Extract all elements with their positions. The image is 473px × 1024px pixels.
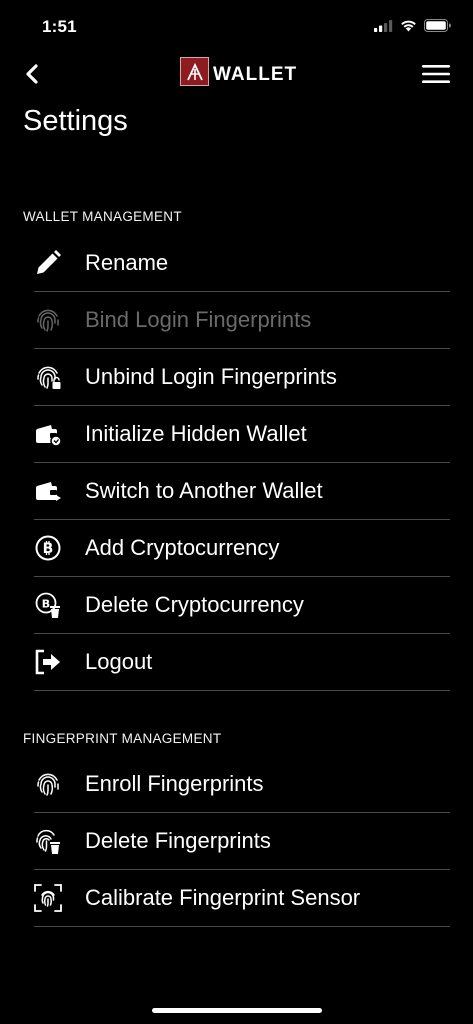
back-button[interactable] bbox=[16, 60, 48, 92]
calibrate-fingerprint-sensor-label: Calibrate Fingerprint Sensor bbox=[85, 885, 361, 910]
wallet-switch-icon bbox=[34, 477, 62, 505]
bitcoin-icon: B bbox=[34, 534, 62, 562]
status-icons bbox=[374, 19, 451, 37]
menu-button[interactable] bbox=[421, 63, 451, 87]
rename-button[interactable]: Rename bbox=[34, 235, 450, 292]
unbind-login-fingerprints-label: Unbind Login Fingerprints bbox=[85, 364, 337, 389]
bind-login-fingerprints-label: Bind Login Fingerprints bbox=[85, 307, 312, 332]
fingerprint-delete-icon bbox=[34, 827, 62, 855]
fingerprint-management-list: Enroll Fingerprints Delete Fingerprints bbox=[34, 756, 450, 927]
delete-fingerprints-button[interactable]: Delete Fingerprints bbox=[34, 813, 450, 870]
home-indicator[interactable] bbox=[152, 1008, 322, 1013]
delete-cryptocurrency-label: Delete Cryptocurrency bbox=[85, 592, 304, 617]
logout-icon bbox=[34, 648, 62, 676]
switch-to-another-wallet-label: Switch to Another Wallet bbox=[85, 478, 323, 503]
hamburger-menu-icon bbox=[421, 65, 451, 89]
cellular-signal-icon bbox=[374, 19, 393, 37]
logo-text: WALLET bbox=[213, 64, 298, 85]
app-logo: WALLET bbox=[180, 56, 297, 86]
svg-text:B: B bbox=[42, 598, 50, 611]
delete-cryptocurrency-button[interactable]: B Delete Cryptocurrency bbox=[34, 577, 450, 634]
logo-mark-icon bbox=[180, 57, 209, 86]
wifi-icon bbox=[400, 19, 417, 37]
fingerprint-icon bbox=[34, 770, 62, 798]
nav-bar: WALLET bbox=[0, 56, 473, 96]
logout-button[interactable]: Logout bbox=[34, 634, 450, 691]
unbind-login-fingerprints-button[interactable]: Unbind Login Fingerprints bbox=[34, 349, 450, 406]
bitcoin-delete-icon: B bbox=[34, 591, 62, 619]
bind-login-fingerprints-button[interactable]: Bind Login Fingerprints bbox=[34, 292, 450, 349]
battery-icon bbox=[424, 19, 451, 37]
switch-to-another-wallet-button[interactable]: Switch to Another Wallet bbox=[34, 463, 450, 520]
status-time: 1:51 bbox=[42, 17, 77, 36]
logout-label: Logout bbox=[85, 649, 153, 674]
delete-fingerprints-label: Delete Fingerprints bbox=[85, 828, 271, 853]
add-cryptocurrency-label: Add Cryptocurrency bbox=[85, 535, 280, 560]
svg-text:B: B bbox=[43, 541, 54, 557]
fingerprint-scan-icon bbox=[34, 884, 62, 912]
rename-label: Rename bbox=[85, 250, 169, 275]
enroll-fingerprints-button[interactable]: Enroll Fingerprints bbox=[34, 756, 450, 813]
initialize-hidden-wallet-label: Initialize Hidden Wallet bbox=[85, 421, 307, 446]
add-cryptocurrency-button[interactable]: B Add Cryptocurrency bbox=[34, 520, 450, 577]
initialize-hidden-wallet-button[interactable]: Initialize Hidden Wallet bbox=[34, 406, 450, 463]
page-title: Settings bbox=[23, 105, 128, 137]
calibrate-fingerprint-sensor-button[interactable]: Calibrate Fingerprint Sensor bbox=[34, 870, 450, 927]
section-header-wallet-management: WALLET MANAGEMENT bbox=[23, 209, 182, 224]
section-header-fingerprint-management: FINGERPRINT MANAGEMENT bbox=[23, 731, 222, 746]
fingerprint-unbind-icon bbox=[34, 363, 62, 391]
wallet-hidden-icon bbox=[34, 420, 62, 448]
enroll-fingerprints-label: Enroll Fingerprints bbox=[85, 771, 264, 796]
chevron-left-icon bbox=[25, 63, 39, 89]
pencil-icon bbox=[34, 249, 62, 277]
fingerprint-icon bbox=[34, 306, 62, 334]
status-bar: 1:51 bbox=[0, 0, 473, 56]
wallet-management-list: Rename Bind Login Fingerprints Unbind Lo… bbox=[34, 235, 450, 691]
